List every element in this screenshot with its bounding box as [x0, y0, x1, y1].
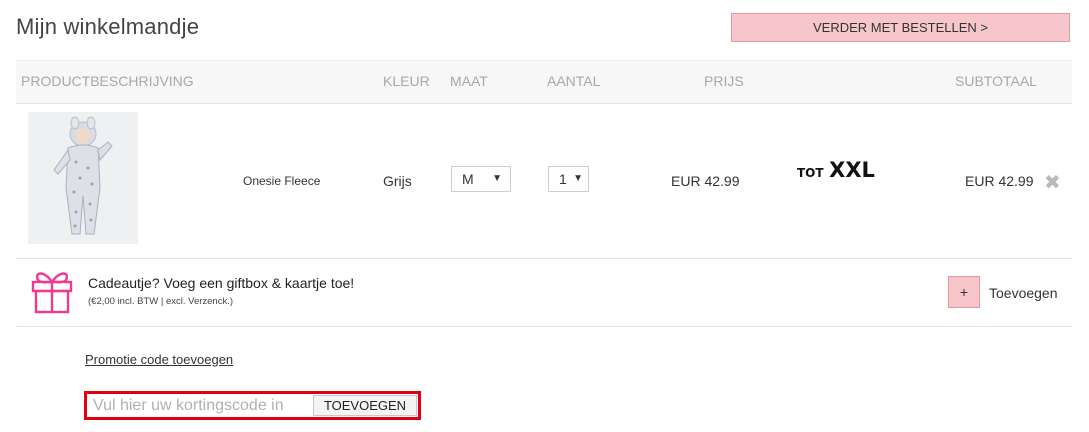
row-divider — [16, 258, 1072, 259]
close-icon[interactable]: ✖ — [1044, 170, 1061, 195]
add-giftbox-label[interactable]: Toevoegen — [989, 285, 1058, 301]
chevron-down-icon: ▼ — [492, 173, 502, 184]
apply-promo-button[interactable]: TOEVOEGEN — [313, 395, 417, 416]
plus-icon: + — [959, 284, 969, 300]
badge-small-text: TOT — [797, 166, 824, 180]
size-value: M — [462, 171, 474, 187]
size-range-badge: TOT XXL — [797, 158, 875, 182]
quantity-select[interactable]: 1 ▼ — [548, 166, 589, 192]
header-size: MAAT — [450, 73, 488, 89]
product-name[interactable]: Onesie Fleece — [243, 174, 320, 188]
size-select[interactable]: M ▼ — [451, 166, 511, 192]
header-product: PRODUCTBESCHRIJVING — [21, 73, 194, 89]
add-giftbox-button[interactable]: + — [948, 276, 980, 308]
chevron-down-icon: ▼ — [573, 173, 583, 184]
quantity-value: 1 — [559, 171, 567, 187]
header-price: PRIJS — [704, 73, 744, 89]
header-color: KLEUR — [383, 73, 430, 89]
product-price: EUR 42.99 — [671, 173, 740, 189]
badge-big-text: XXL — [829, 158, 875, 182]
promo-code-input[interactable] — [90, 396, 315, 415]
product-subtotal: EUR 42.99 — [965, 173, 1034, 189]
product-image[interactable] — [28, 112, 138, 244]
product-color: Grijs — [383, 173, 412, 189]
gift-icon — [30, 268, 74, 314]
checkout-button[interactable]: VERDER MET BESTELLEN > — [731, 13, 1070, 42]
promo-code-form: TOEVOEGEN — [84, 391, 421, 420]
section-divider — [16, 326, 1072, 327]
header-quantity: AANTAL — [547, 73, 601, 89]
gift-title: Cadeautje? Voeg een giftbox & kaartje to… — [88, 275, 355, 291]
gift-subtitle: (€2,00 incl. BTW | excl. Verzenck.) — [88, 296, 234, 307]
promo-code-link[interactable]: Promotie code toevoegen — [85, 352, 233, 367]
header-subtotal: SUBTOTAAL — [955, 73, 1037, 89]
page-title: Mijn winkelmandje — [16, 14, 200, 39]
